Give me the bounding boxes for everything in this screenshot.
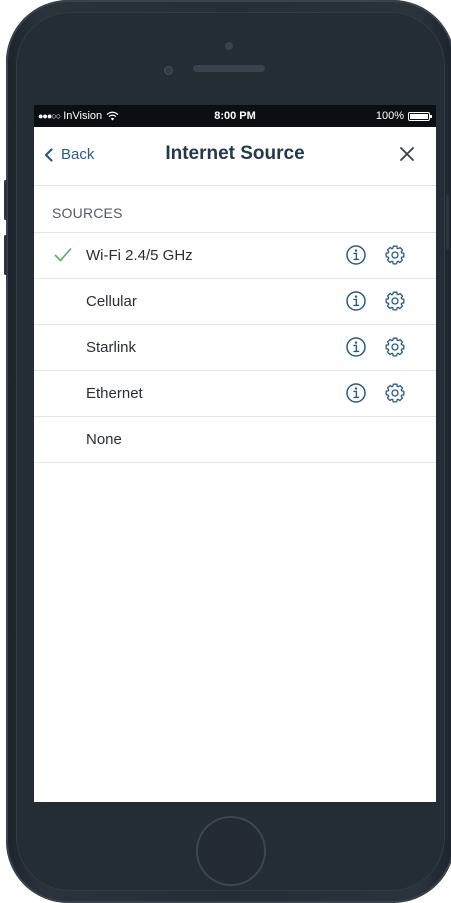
close-icon[interactable]	[398, 145, 416, 163]
section-header: SOURCES	[34, 186, 436, 233]
source-list: Wi-Fi 2.4/5 GHz Cellular Starlink Ethernet N…	[34, 233, 436, 463]
checkmark-icon	[54, 248, 72, 262]
gear-icon[interactable]	[384, 244, 406, 266]
status-bar: ●●●○○ InVision 8:00 PM 100%	[34, 105, 436, 127]
page-title: Internet Source	[165, 143, 305, 164]
source-row[interactable]: None	[34, 417, 436, 463]
battery-icon	[408, 111, 432, 121]
volume-button	[4, 180, 7, 220]
info-icon[interactable]	[345, 244, 367, 266]
front-camera	[225, 42, 233, 50]
battery-status: 100%	[375, 110, 432, 122]
source-row[interactable]: Cellular	[34, 279, 436, 325]
source-label: None	[86, 431, 122, 448]
source-row[interactable]: Starlink	[34, 325, 436, 371]
battery-percent: 100%	[375, 110, 404, 122]
screen: ●●●○○ InVision 8:00 PM 100% Back Interne…	[34, 105, 436, 802]
source-label: Cellular	[86, 293, 137, 310]
source-row[interactable]: Ethernet	[34, 371, 436, 417]
gear-icon[interactable]	[384, 290, 406, 312]
proximity-sensor	[164, 66, 173, 75]
source-row[interactable]: Wi-Fi 2.4/5 GHz	[34, 233, 436, 279]
home-button[interactable]	[196, 816, 266, 886]
nav-bar: Back Internet Source	[34, 127, 436, 186]
gear-icon[interactable]	[384, 336, 406, 358]
info-icon[interactable]	[345, 382, 367, 404]
source-label: Ethernet	[86, 385, 143, 402]
gear-icon[interactable]	[384, 382, 406, 404]
info-icon[interactable]	[345, 290, 367, 312]
source-label: Starlink	[86, 339, 137, 356]
power-button	[446, 195, 449, 250]
earpiece-speaker	[193, 65, 265, 72]
volume-button	[4, 235, 7, 275]
info-icon[interactable]	[345, 336, 367, 358]
source-label: Wi-Fi 2.4/5 GHz	[86, 247, 193, 264]
